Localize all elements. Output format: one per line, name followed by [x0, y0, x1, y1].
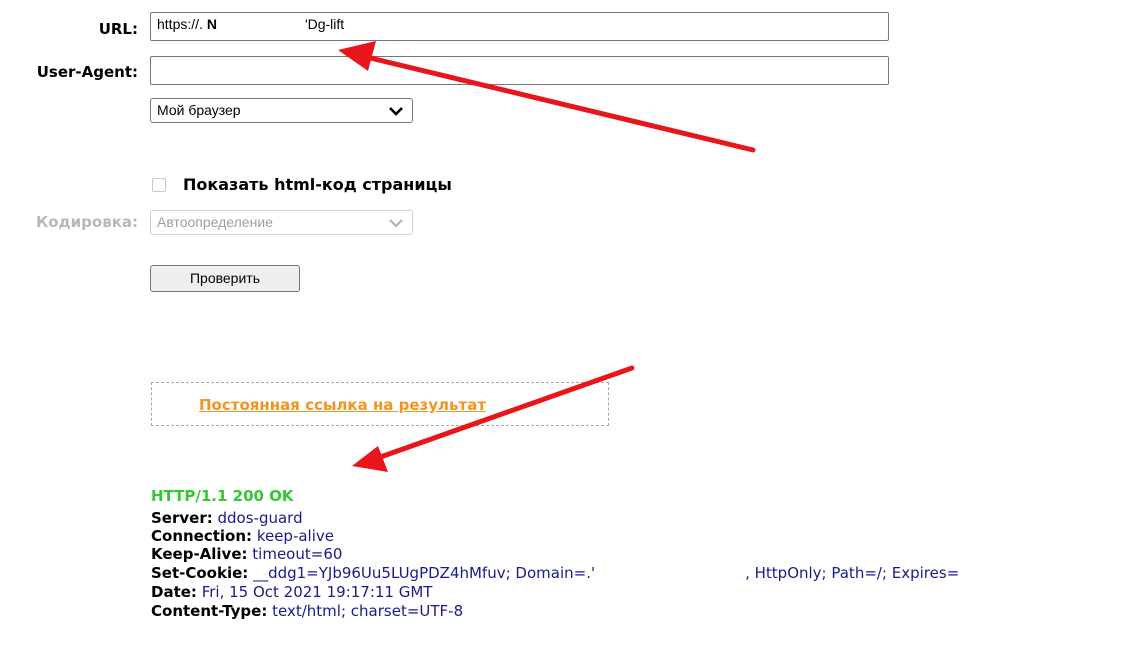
- header-value: __ddg1=YJb96Uu5LUgPDZ4hMfuv; Domain=.': [253, 564, 596, 582]
- header-name: Content-Type:: [151, 602, 268, 620]
- redaction: [216, 19, 305, 32]
- url-value-start: https://.: [157, 16, 203, 32]
- url-value-end: 'Dg-lift: [304, 16, 345, 32]
- useragent-input[interactable]: [150, 56, 889, 85]
- show-html-label: Показать html-код страницы: [183, 175, 452, 194]
- header-name: Server:: [151, 509, 213, 527]
- url-value-n: N: [206, 16, 217, 32]
- header-row-setcookie: Set-Cookie: __ddg1=YJb96Uu5LUgPDZ4hMfuv;…: [151, 564, 959, 582]
- browser-select-value: Мой браузер: [157, 102, 241, 118]
- header-value: ddos-guard: [217, 509, 303, 527]
- permalink-link[interactable]: Постоянная ссылка на результат: [199, 396, 486, 414]
- header-value: keep-alive: [256, 527, 334, 545]
- header-row-server: Server: ddos-guard: [151, 509, 303, 527]
- header-name: Set-Cookie:: [151, 564, 249, 582]
- header-name: Date:: [151, 583, 197, 601]
- header-name: Connection:: [151, 527, 253, 545]
- chevron-down-icon: [389, 107, 403, 116]
- chevron-down-icon: [389, 219, 403, 228]
- header-value: timeout=60: [252, 545, 343, 563]
- encoding-label: Кодировка:: [35, 213, 138, 231]
- encoding-select-value: Автоопределение: [157, 214, 273, 230]
- header-value: text/html; charset=UTF-8: [272, 602, 464, 620]
- useragent-label: User-Agent:: [36, 63, 138, 81]
- check-button[interactable]: Проверить: [150, 265, 300, 292]
- encoding-select[interactable]: Автоопределение: [150, 210, 413, 235]
- header-row-keepalive: Keep-Alive: timeout=60: [151, 545, 342, 563]
- header-row-date: Date: Fri, 15 Oct 2021 19:17:11 GMT: [151, 583, 432, 601]
- show-html-checkbox[interactable]: [152, 178, 166, 192]
- header-value: Fri, 15 Oct 2021 19:17:11 GMT: [201, 583, 433, 601]
- header-value-tail: , HttpOnly; Path=/; Expires=: [745, 564, 960, 582]
- url-input[interactable]: https://. N 'Dg-lift: [150, 12, 889, 41]
- url-label: URL:: [98, 20, 138, 38]
- header-row-connection: Connection: keep-alive: [151, 527, 334, 545]
- status-line: HTTP/1.1 200 OK: [151, 487, 294, 505]
- browser-select[interactable]: Мой браузер: [150, 98, 413, 123]
- header-name: Keep-Alive:: [151, 545, 248, 563]
- header-row-content-type: Content-Type: text/html; charset=UTF-8: [151, 602, 463, 620]
